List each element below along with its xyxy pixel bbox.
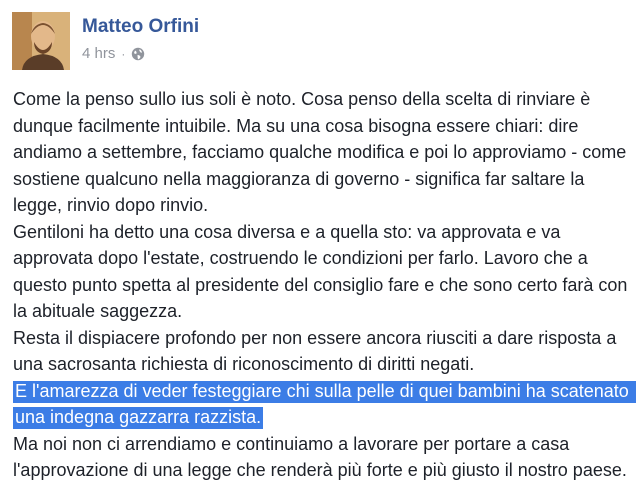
- post-paragraph-highlighted: E l'amarezza di veder festeggiare chi su…: [13, 378, 638, 431]
- selected-text: E l'amarezza di veder festeggiare chi su…: [13, 380, 636, 429]
- avatar[interactable]: [12, 12, 70, 70]
- post-meta: 4 hrs ·: [82, 45, 145, 62]
- post-paragraph: Come la penso sullo ius soli è noto. Cos…: [13, 89, 632, 215]
- post-timestamp[interactable]: 4 hrs: [82, 45, 115, 62]
- post-paragraph: Ma noi non ci arrendiamo e continuiamo a…: [13, 433, 627, 481]
- globe-icon[interactable]: [131, 47, 145, 61]
- post-body: Come la penso sullo ius soli è noto. Cos…: [13, 86, 638, 484]
- avatar-image: [12, 12, 70, 70]
- post-paragraph: Gentiloni ha detto una cosa diversa e a …: [13, 221, 633, 322]
- author-name[interactable]: Matteo Orfini: [82, 16, 199, 38]
- post-paragraph: Resta il dispiacere profondo per non ess…: [13, 327, 622, 375]
- meta-separator: ·: [121, 46, 126, 61]
- post-header: Matteo Orfini 4 hrs ·: [12, 12, 632, 72]
